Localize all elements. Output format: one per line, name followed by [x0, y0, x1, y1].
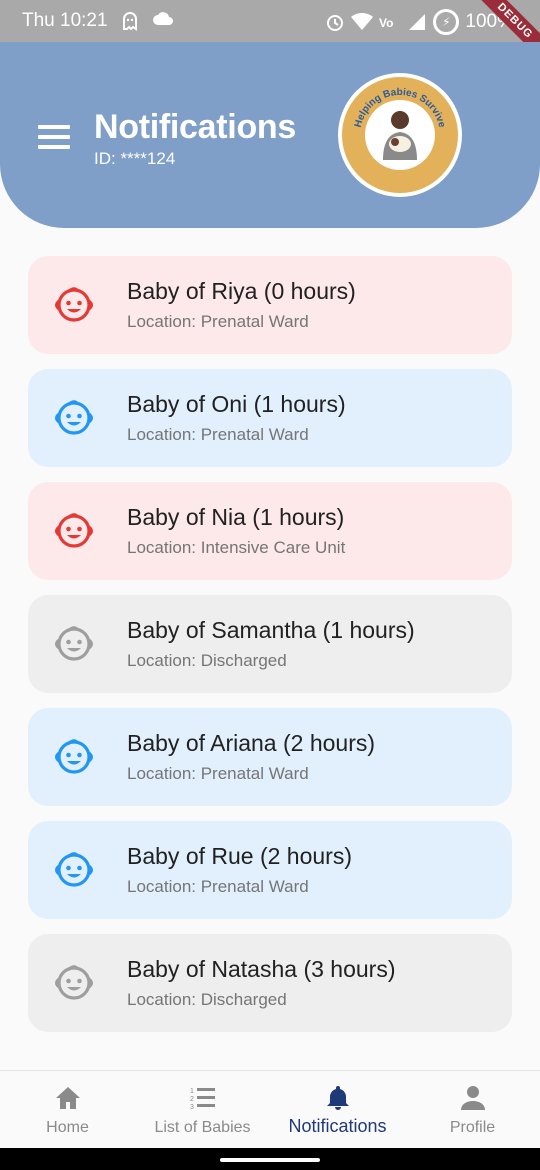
svg-text:Vo: Vo	[379, 16, 393, 30]
notification-card[interactable]: Baby of Ariana (2 hours) Location: Prenat…	[28, 708, 512, 806]
status-bar: Thu 10:21 Vo ⚡ 100% DEBUG	[0, 0, 540, 67]
battery-icon: ⚡	[433, 9, 460, 35]
notification-card[interactable]: Baby of Samantha (1 hours) Location: Disc…	[28, 595, 512, 693]
baby-location: Location: Intensive Care Unit	[127, 538, 346, 557]
cloud-icon	[153, 12, 173, 25]
baby-location: Location: Discharged	[127, 990, 287, 1009]
nav-item-home[interactable]: Home	[0, 1071, 135, 1148]
baby-location: Location: Prenatal Ward	[127, 312, 309, 331]
nav-item-profile[interactable]: Profile	[405, 1071, 540, 1148]
app-header: Notifications ID: ****124 Helping Babies…	[0, 42, 540, 228]
baby-name: Baby of Oni (1 hours)	[127, 391, 346, 417]
menu-line	[38, 135, 70, 139]
baby-face-icon	[55, 626, 93, 661]
baby-face-icon	[55, 739, 93, 774]
svg-text:3: 3	[190, 1104, 194, 1111]
wifi-icon	[351, 13, 374, 30]
baby-name: Baby of Nia (1 hours)	[127, 504, 345, 530]
user-id-label: ID: ****124	[94, 149, 176, 168]
page-title: Notifications	[94, 108, 296, 146]
baby-face-icon	[55, 400, 93, 435]
logo-ring: Helping Babies Survive	[342, 77, 458, 193]
bottom-navigation: Home 1 2 3 List of Babies Notifications Profil…	[0, 1070, 540, 1148]
baby-face-icon	[55, 513, 93, 548]
notification-card[interactable]: Baby of Riya (0 hours) Location: Prenatal…	[28, 256, 512, 354]
alarm-icon	[327, 15, 344, 31]
list-icon: 123	[190, 1088, 215, 1111]
baby-name: Baby of Ariana (2 hours)	[127, 730, 376, 756]
baby-face-icon	[55, 852, 93, 887]
bell-icon	[326, 1086, 349, 1110]
signal-icon	[409, 14, 426, 30]
baby-name: Baby of Rue (2 hours)	[127, 843, 353, 869]
notification-card[interactable]: Baby of Oni (1 hours) Location: Prenatal …	[28, 369, 512, 467]
nav-label: Home	[46, 1119, 89, 1136]
status-left-icons	[122, 11, 174, 31]
baby-location: Location: Prenatal Ward	[127, 425, 309, 444]
status-right-icons: Vo ⚡ 100%	[325, 9, 514, 35]
baby-face-icon	[55, 965, 93, 1000]
nav-item-list-of-babies[interactable]: 1 2 3 List of Babies	[135, 1071, 270, 1148]
baby-face-icon	[55, 287, 93, 322]
notification-card[interactable]: Baby of Natasha (3 hours) Location: Disch…	[28, 934, 512, 1032]
gesture-bar	[0, 1148, 540, 1170]
nav-label: Profile	[449, 1119, 496, 1136]
volte-icon: Vo	[379, 16, 393, 30]
svg-text:2: 2	[190, 1096, 194, 1103]
baby-location: Location: Prenatal Ward	[127, 877, 309, 896]
baby-location: Location: Discharged	[127, 651, 287, 670]
mother-baby-icon	[383, 111, 417, 160]
logo-illustration	[365, 100, 435, 170]
app-logo: Helping Babies Survive	[338, 73, 462, 197]
notification-card[interactable]: Baby of Rue (2 hours) Location: Prenatal …	[28, 821, 512, 919]
status-time: Thu 10:21	[22, 10, 108, 31]
nav-label: Notifications	[288, 1116, 387, 1136]
menu-line	[38, 145, 70, 149]
baby-name: Baby of Natasha (3 hours)	[127, 956, 396, 982]
menu-button[interactable]	[38, 125, 70, 149]
baby-name: Baby of Samantha (1 hours)	[127, 617, 415, 643]
nav-item-notifications[interactable]: Notifications	[270, 1071, 405, 1148]
notification-list: Baby of Riya (0 hours) Location: Prenatal…	[28, 256, 512, 1047]
gesture-handle[interactable]	[220, 1158, 320, 1162]
baby-location: Location: Prenatal Ward	[127, 764, 309, 783]
svg-text:1: 1	[190, 1088, 194, 1095]
home-icon	[55, 1087, 80, 1109]
baby-name: Baby of Riya (0 hours)	[127, 278, 356, 304]
notification-card[interactable]: Baby of Nia (1 hours) Location: Intensive…	[28, 482, 512, 580]
person-icon	[460, 1086, 485, 1110]
nav-label: List of Babies	[154, 1119, 251, 1136]
ghost-icon	[123, 12, 137, 31]
menu-line	[38, 125, 70, 129]
